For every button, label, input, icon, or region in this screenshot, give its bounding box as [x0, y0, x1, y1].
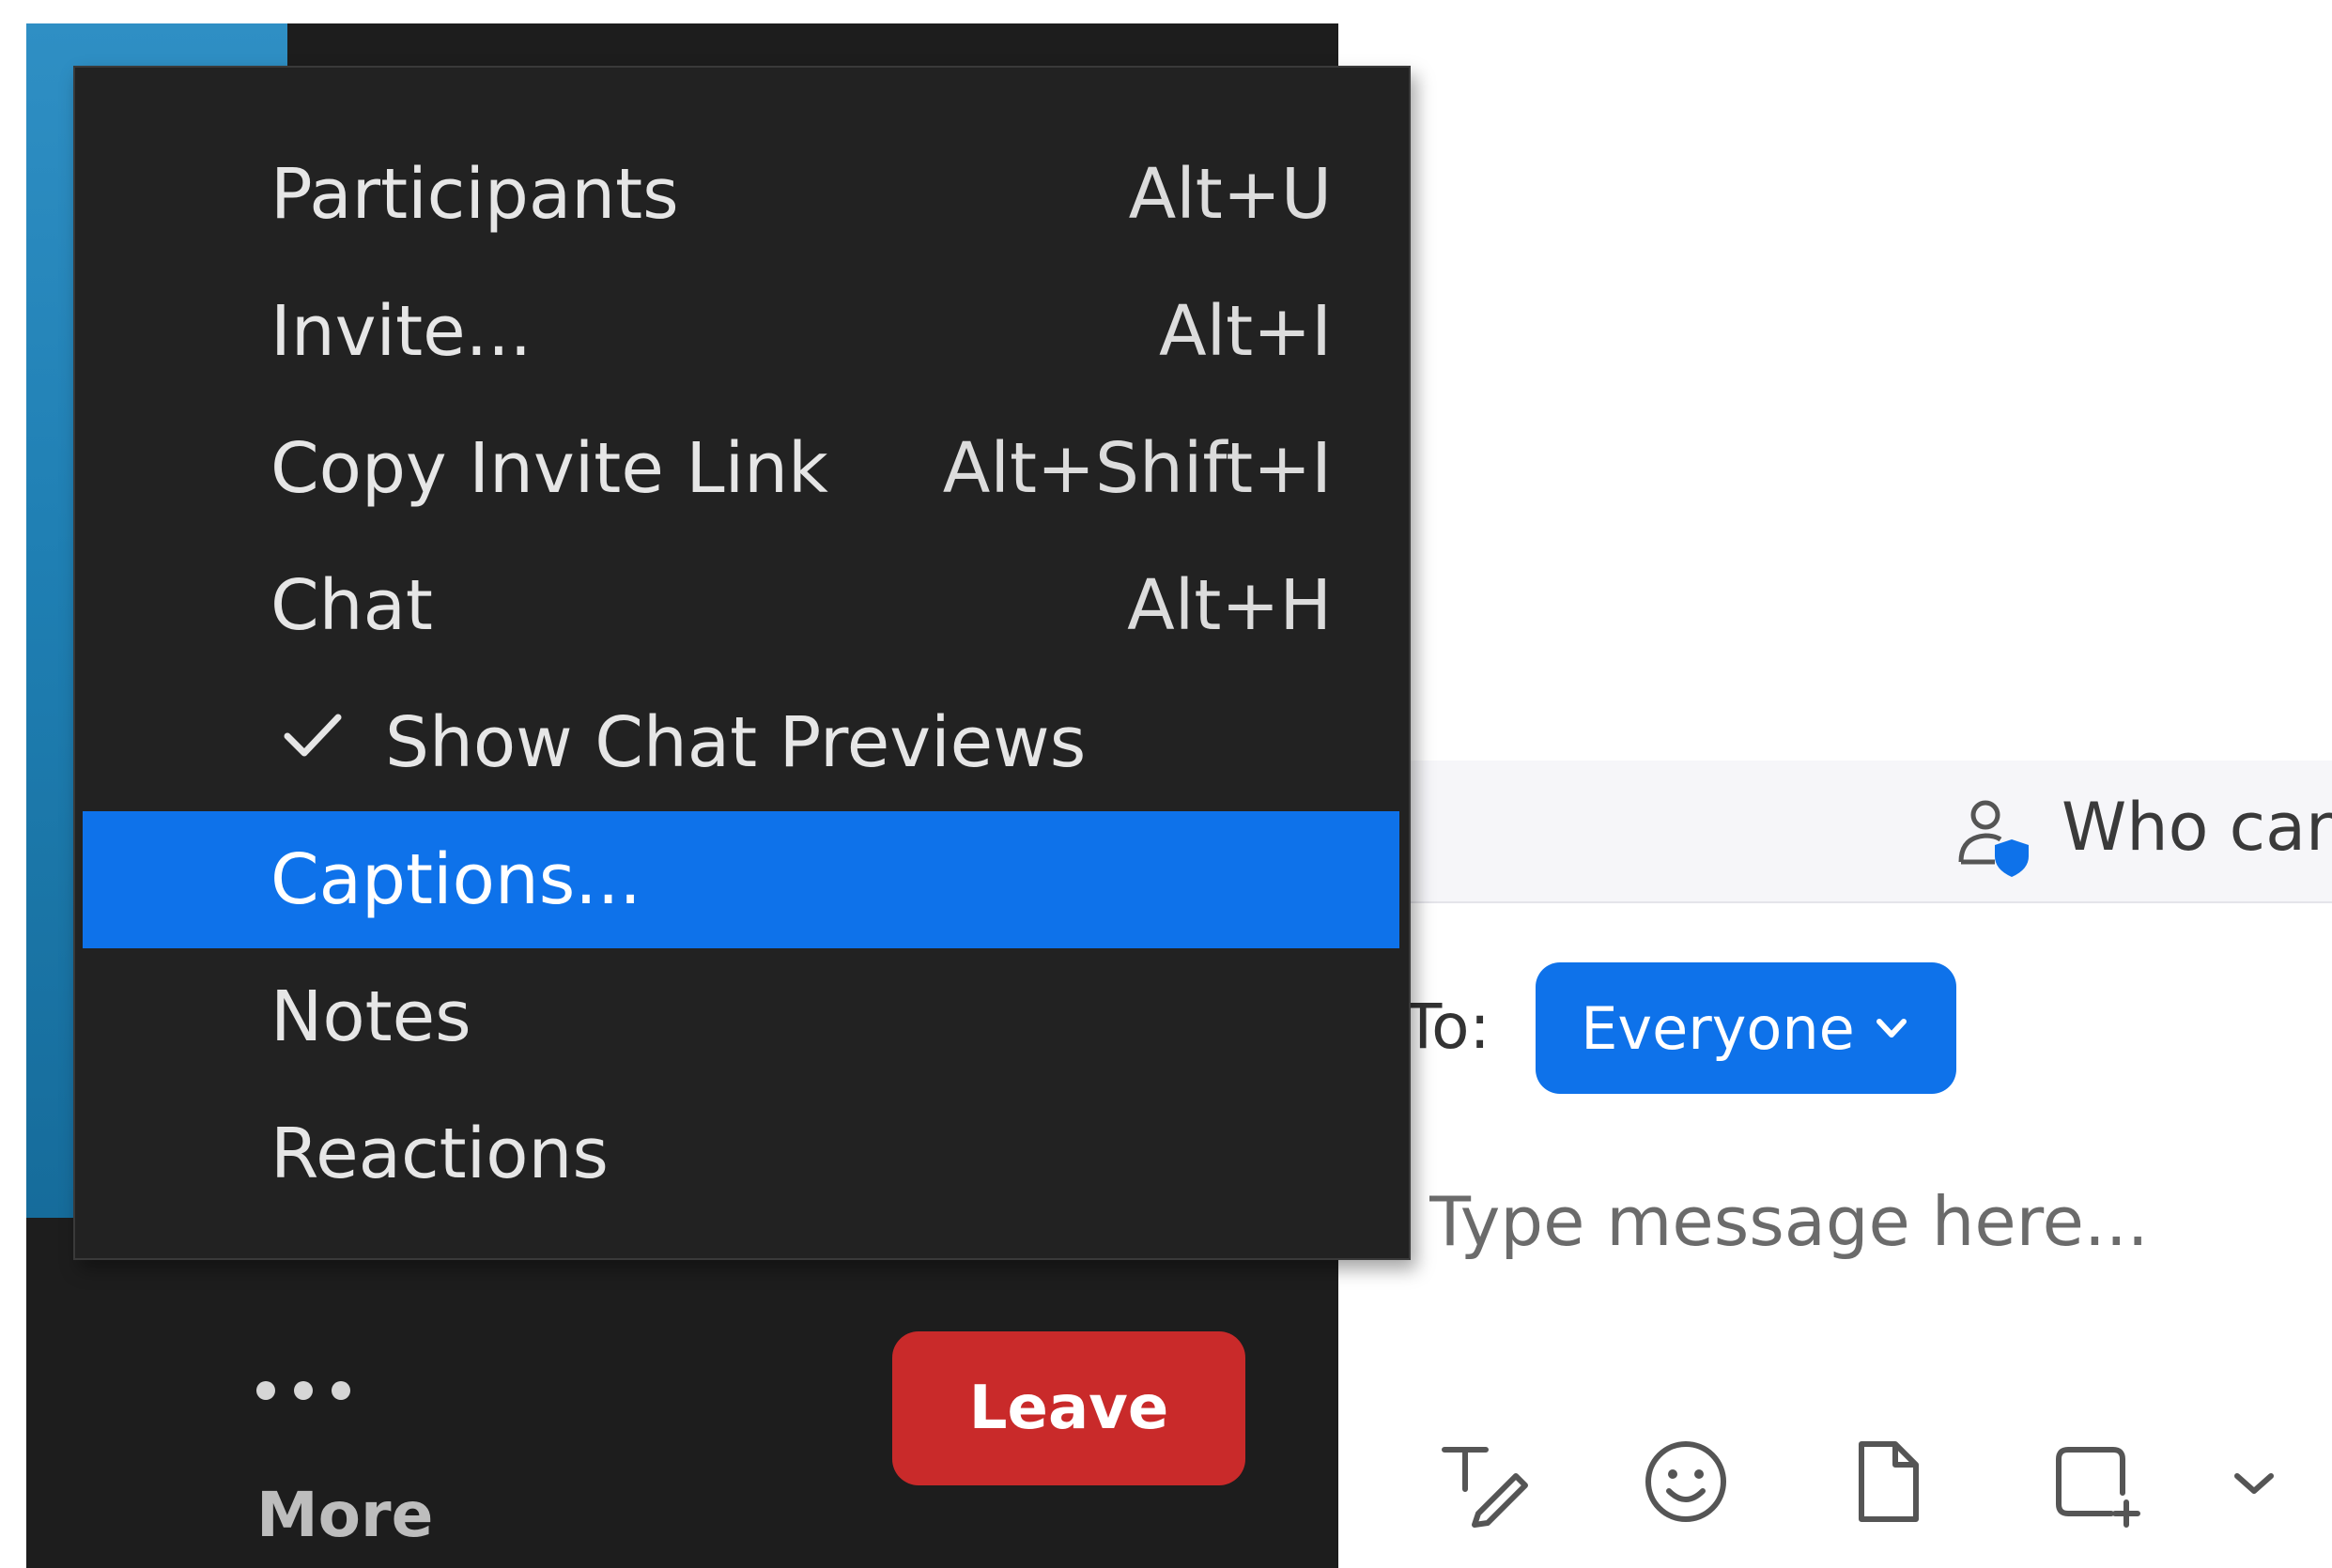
menu-item-shortcut: Alt+I [1158, 291, 1332, 372]
emoji-button[interactable] [1639, 1435, 1733, 1529]
menu-item-reactions[interactable]: Reactions [83, 1085, 1399, 1222]
message-input[interactable] [1428, 1164, 2295, 1279]
file-button[interactable] [1841, 1435, 1935, 1529]
menu-item-label: Participants [270, 154, 679, 235]
menu-item-show-chat-previews[interactable]: Show Chat Previews [83, 674, 1399, 811]
menu-item-chat[interactable]: Chat Alt+H [83, 537, 1399, 674]
menu-item-shortcut: Alt+Shift+I [942, 428, 1332, 509]
recipient-label: Everyone [1581, 993, 1855, 1063]
to-label: To: [1404, 991, 1490, 1063]
menu-item-label: Invite... [270, 291, 533, 372]
chevron-down-icon [2234, 1473, 2274, 1494]
user-shield-icon [1958, 800, 2029, 877]
more-label: More [256, 1479, 434, 1551]
format-text-button[interactable] [1437, 1435, 1531, 1529]
menu-item-shortcut: Alt+H [1127, 565, 1332, 646]
menu-item-copy-invite-link[interactable]: Copy Invite Link Alt+Shift+I [83, 400, 1399, 537]
menu-item-captions[interactable]: Captions... [83, 811, 1399, 948]
more-dots-icon [256, 1372, 425, 1409]
emoji-icon [1645, 1441, 1726, 1522]
screenshot-icon [2056, 1447, 2140, 1528]
menu-item-label: Chat [270, 565, 433, 646]
file-icon [1859, 1441, 1919, 1522]
menu-item-label: Notes [270, 976, 471, 1057]
chat-privacy-bar[interactable]: Who can [1338, 761, 2332, 903]
menu-item-label: Captions... [270, 839, 641, 920]
screenshot-button[interactable] [2047, 1435, 2141, 1529]
privacy-text: Who can [2062, 789, 2332, 866]
chat-panel: Who can To: [1338, 0, 2332, 1568]
more-menu: Participants Alt+U Invite... Alt+I Copy … [73, 66, 1411, 1260]
menu-item-label: Reactions [270, 1114, 609, 1194]
menu-item-invite[interactable]: Invite... Alt+I [83, 263, 1399, 400]
menu-item-label: Copy Invite Link [270, 428, 828, 509]
menu-item-participants[interactable]: Participants Alt+U [83, 126, 1399, 263]
more-button[interactable]: More [219, 1338, 454, 1563]
menu-item-shortcut: Alt+U [1128, 154, 1332, 235]
more-options-button[interactable] [2216, 1435, 2292, 1529]
format-text-icon [1442, 1447, 1528, 1528]
checkmark-icon [284, 714, 342, 757]
menu-item-label: Show Chat Previews [385, 702, 1087, 783]
menu-item-notes[interactable]: Notes [83, 948, 1399, 1085]
leave-button[interactable]: Leave [892, 1331, 1245, 1485]
chevron-down-icon [1876, 1019, 1907, 1038]
recipient-dropdown[interactable]: Everyone [1536, 962, 1956, 1094]
